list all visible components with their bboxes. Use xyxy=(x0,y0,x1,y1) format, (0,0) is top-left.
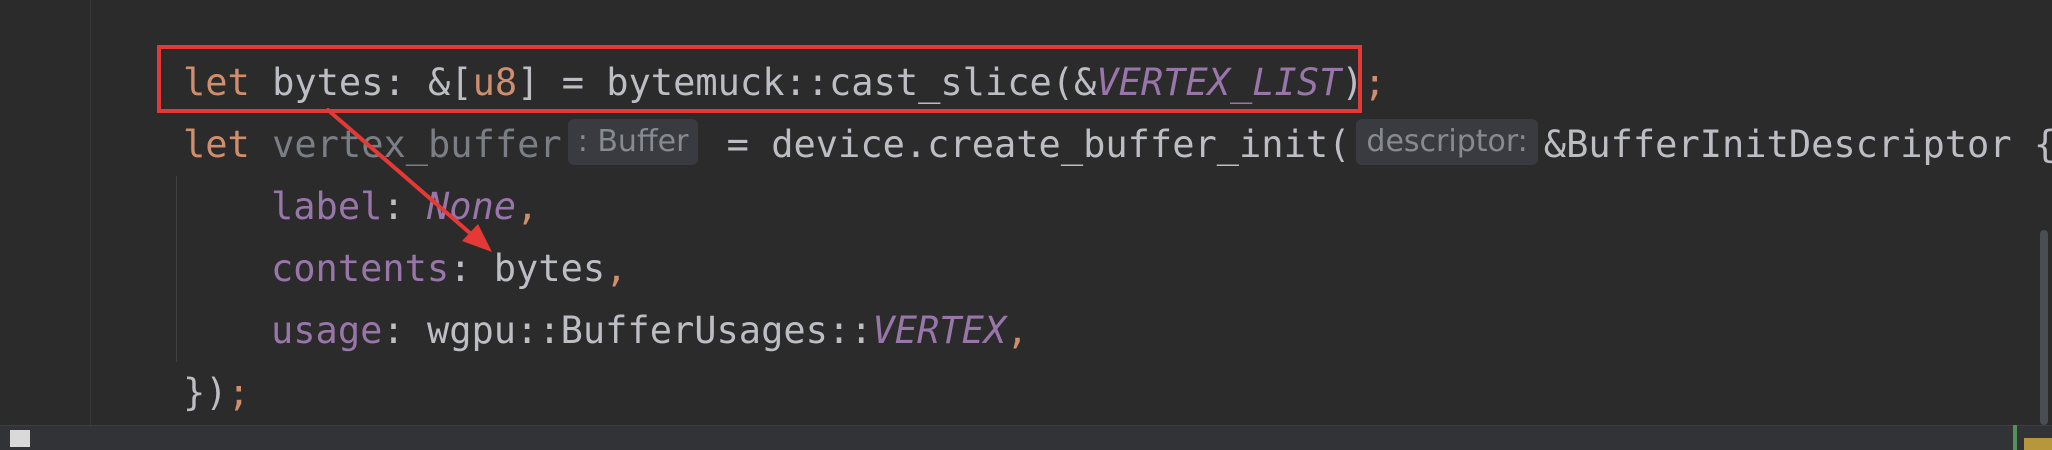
horizontal-scrollbar-thumb[interactable] xyxy=(10,430,30,447)
code-line-5[interactable]: usage: wgpu::BufferUsages::VERTEX, xyxy=(271,300,1028,362)
comma: , xyxy=(605,247,628,290)
type-inlay-hint: : Buffer xyxy=(567,119,699,165)
parameter-inlay-hint: descriptor: xyxy=(1356,119,1538,165)
code-text: &BufferInitDescriptor { xyxy=(1543,123,2052,166)
keyword-let: let xyxy=(183,123,250,166)
comma: , xyxy=(1006,309,1029,352)
enum-variant-none: None xyxy=(426,185,517,228)
horizontal-scrollbar[interactable] xyxy=(0,425,2052,450)
code-line-4[interactable]: contents: bytes, xyxy=(271,238,627,300)
semicolon: ; xyxy=(227,371,250,414)
variable-bytes: bytes xyxy=(493,247,606,290)
indent-guide xyxy=(176,176,177,362)
vertical-scrollbar-thumb[interactable] xyxy=(2040,230,2048,425)
struct-field-label: label xyxy=(271,185,383,228)
semicolon: ; xyxy=(1363,61,1386,104)
struct-field-contents: contents xyxy=(271,247,450,290)
constant-vertex: VERTEX xyxy=(872,309,1007,352)
line-gutter[interactable] xyxy=(0,0,91,425)
code-text: }) xyxy=(183,371,228,414)
code-text: : xyxy=(449,247,494,290)
code-text: : xyxy=(382,185,427,228)
struct-field-usage: usage xyxy=(271,309,383,352)
code-line-2[interactable]: let vertex_buffer: Buffer = device.creat… xyxy=(183,114,2052,176)
red-highlight-box xyxy=(157,45,1362,113)
code-line-6[interactable]: }); xyxy=(183,362,250,424)
code-text: : wgpu::BufferUsages:: xyxy=(382,309,873,352)
code-line-3[interactable]: label: None, xyxy=(271,176,538,238)
comma: , xyxy=(516,185,539,228)
code-text: = device.create_buffer_init( xyxy=(704,123,1351,166)
change-marker xyxy=(2013,425,2017,450)
code-editor[interactable]: let bytes: &[u8] = bytemuck::cast_slice(… xyxy=(0,0,2052,450)
unused-variable: vertex_buffer xyxy=(249,123,562,166)
warning-marker[interactable] xyxy=(2024,438,2052,450)
